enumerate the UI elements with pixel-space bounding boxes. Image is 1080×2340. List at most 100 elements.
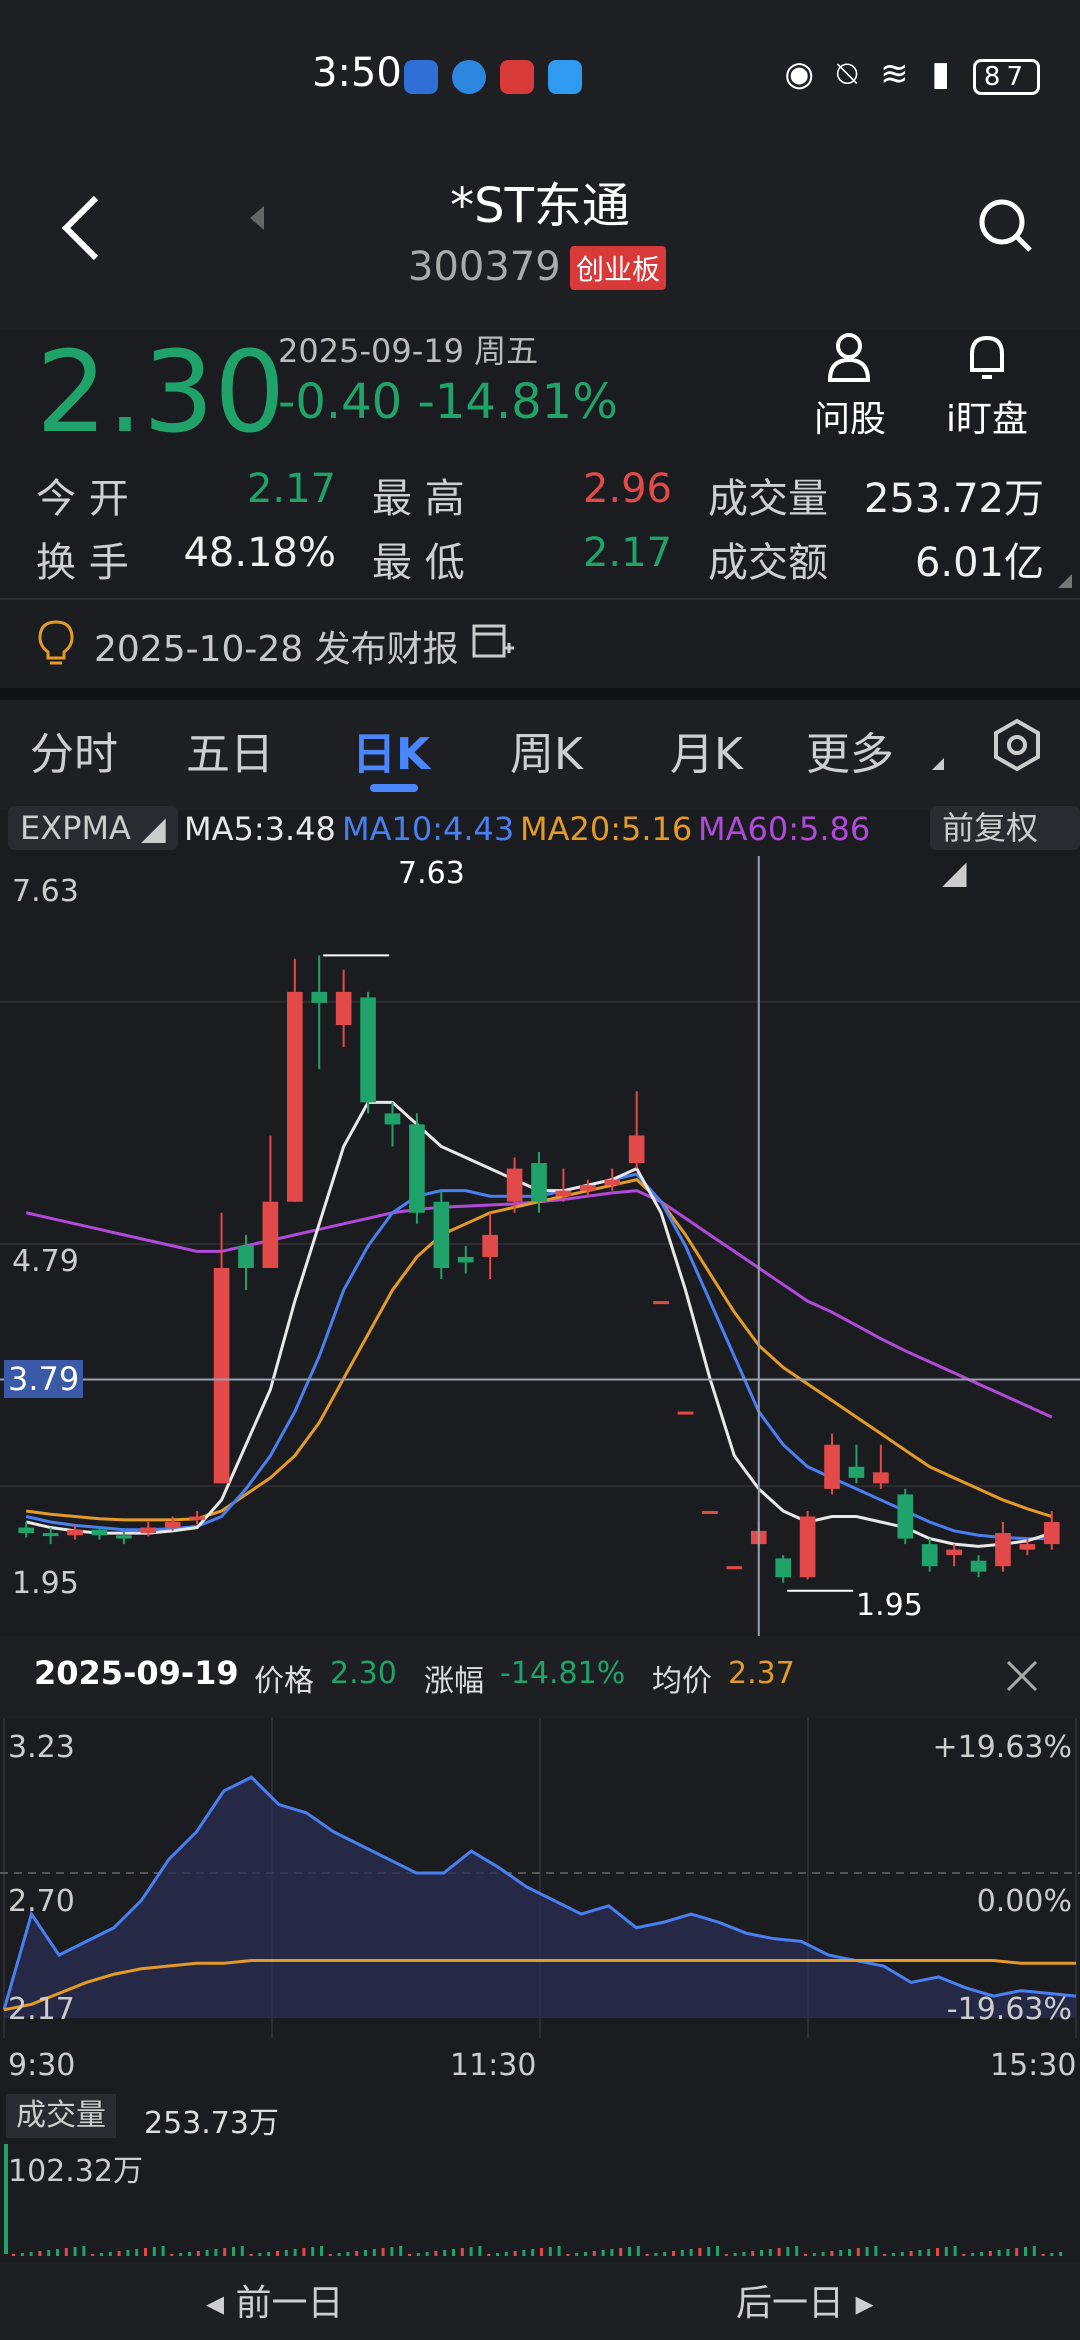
close-icon[interactable] <box>1004 1658 1040 1694</box>
volume-bar <box>1032 2246 1036 2256</box>
search-icon[interactable] <box>976 196 1036 256</box>
volume-bar <box>117 2251 121 2256</box>
more-dropdown-icon[interactable] <box>932 758 944 770</box>
prev-day-button[interactable]: ◂ 前一日 <box>206 2274 344 2326</box>
time-tick-mid: 11:30 <box>450 2048 537 2083</box>
candle-body <box>995 1533 1011 1567</box>
intraday-tick-high: 3.23 <box>8 1730 75 1765</box>
expand-stats-icon[interactable] <box>1058 574 1072 588</box>
prev-day-label: 前一日 <box>235 2283 344 2324</box>
volume-bar <box>91 2254 95 2256</box>
stat-low-value: 2.17 <box>582 530 672 576</box>
notice-text: 2025-10-28 发布财报 <box>94 629 459 670</box>
candle-body <box>238 1245 254 1268</box>
tab-monthly-k[interactable]: 月K <box>670 718 743 782</box>
indicator-select[interactable]: EXPMA ◢ <box>8 806 178 850</box>
volume-bar <box>531 2249 535 2256</box>
volume-value: 253.73万 <box>144 2106 279 2141</box>
volume-bar <box>364 2250 367 2256</box>
volume-bar <box>108 2252 112 2256</box>
stat-open-label: 今 开 <box>36 476 129 522</box>
volume-bar <box>980 2252 983 2256</box>
volume-bar <box>540 2248 543 2256</box>
volume-label: 成交量 <box>6 2094 116 2138</box>
stock-name: *ST东通 <box>450 178 630 234</box>
candle-body <box>164 1522 181 1528</box>
volume-bar <box>47 2250 51 2256</box>
volume-bar <box>548 2247 552 2256</box>
intraday-tick-mid: 2.70 <box>8 1884 75 1919</box>
volume-bar <box>856 2248 860 2256</box>
volume-bar <box>760 2250 763 2256</box>
ma20-line <box>26 1177 1053 1522</box>
candle-body <box>482 1234 498 1257</box>
candle-body <box>824 1444 840 1489</box>
board-badge: 创业板 <box>570 246 667 290</box>
volume-bar <box>988 2251 992 2256</box>
kline-chart[interactable] <box>0 856 1080 1636</box>
intraday-chart[interactable] <box>0 1718 1080 2038</box>
candle-body <box>677 1411 694 1415</box>
volume-bar <box>795 2246 799 2256</box>
stat-high-value: 2.96 <box>582 466 672 512</box>
candle-body <box>506 1168 523 1202</box>
calendar-add-icon[interactable] <box>470 618 514 662</box>
volume-bar <box>830 2251 834 2256</box>
next-day-button[interactable]: 后一日 ▸ <box>736 2274 874 2326</box>
tab-daily-k[interactable]: 日K <box>352 718 430 782</box>
volume-bar <box>38 2251 42 2256</box>
ma20-label: MA20:5.16 <box>520 810 693 848</box>
intraday-pct-low: -19.63% <box>946 1992 1072 2027</box>
volume-bar <box>592 2251 596 2256</box>
volume-bar <box>126 2250 130 2256</box>
candle-body <box>799 1516 816 1578</box>
volume-bar <box>663 2252 667 2256</box>
volume-bar <box>161 2246 165 2256</box>
bell-icon[interactable] <box>964 332 1010 382</box>
ask-stock-icon[interactable] <box>826 332 872 382</box>
current-price: 2.30 <box>36 328 286 458</box>
status-time: 3:50 <box>312 50 402 96</box>
change-value: -14.81% <box>500 1656 626 1691</box>
tab-weekly-k[interactable]: 周K <box>510 718 583 782</box>
ma10-label: MA10:4.43 <box>342 810 515 848</box>
volume-bar <box>390 2247 394 2256</box>
intraday-tick-low: 2.17 <box>8 1992 75 2027</box>
y-tick-high: 7.63 <box>12 874 79 909</box>
volume-bar <box>487 2254 491 2256</box>
volume-bar <box>610 2249 614 2256</box>
volume-chart <box>4 2144 1063 2256</box>
stat-turnover-label: 换 手 <box>36 540 129 586</box>
volume-bar <box>689 2249 693 2256</box>
volume-bar <box>258 2253 262 2256</box>
volume-bar <box>654 2253 658 2256</box>
volume-bar <box>293 2249 297 2256</box>
candle-body <box>848 1466 865 1478</box>
watch-button[interactable]: i盯盘 <box>946 390 1028 442</box>
volume-bar <box>232 2247 235 2256</box>
ma10-line <box>25 1172 1052 1541</box>
volume-bar <box>496 2253 499 2256</box>
stat-high-label: 最 高 <box>372 476 465 522</box>
volume-bar <box>478 2246 482 2256</box>
ask-stock-button[interactable]: 问股 <box>814 390 886 442</box>
volume-bar <box>205 2250 209 2256</box>
volume-bar <box>672 2251 675 2256</box>
chart-settings-icon[interactable] <box>990 718 1044 772</box>
candle-body <box>1043 1522 1060 1545</box>
volume-bar <box>584 2252 587 2256</box>
volume-bar <box>64 2248 68 2256</box>
tab-more[interactable]: 更多 <box>806 718 894 782</box>
volume-max-label: 102.32万 <box>8 2154 143 2189</box>
tab-five-day[interactable]: 五日 <box>186 718 274 782</box>
volume-bar <box>900 2252 904 2256</box>
battery-icon: 87 <box>972 59 1040 95</box>
volume-bar <box>56 2249 59 2256</box>
candle-body <box>580 1185 596 1191</box>
ma60-line <box>25 1189 1053 1419</box>
volume-bar <box>302 2248 306 2256</box>
tab-intraday[interactable]: 分时 <box>30 718 118 782</box>
volume-bar <box>909 2251 913 2256</box>
volume-bar <box>848 2249 851 2256</box>
adjust-select[interactable]: 前复权 ◢ <box>930 806 1080 891</box>
